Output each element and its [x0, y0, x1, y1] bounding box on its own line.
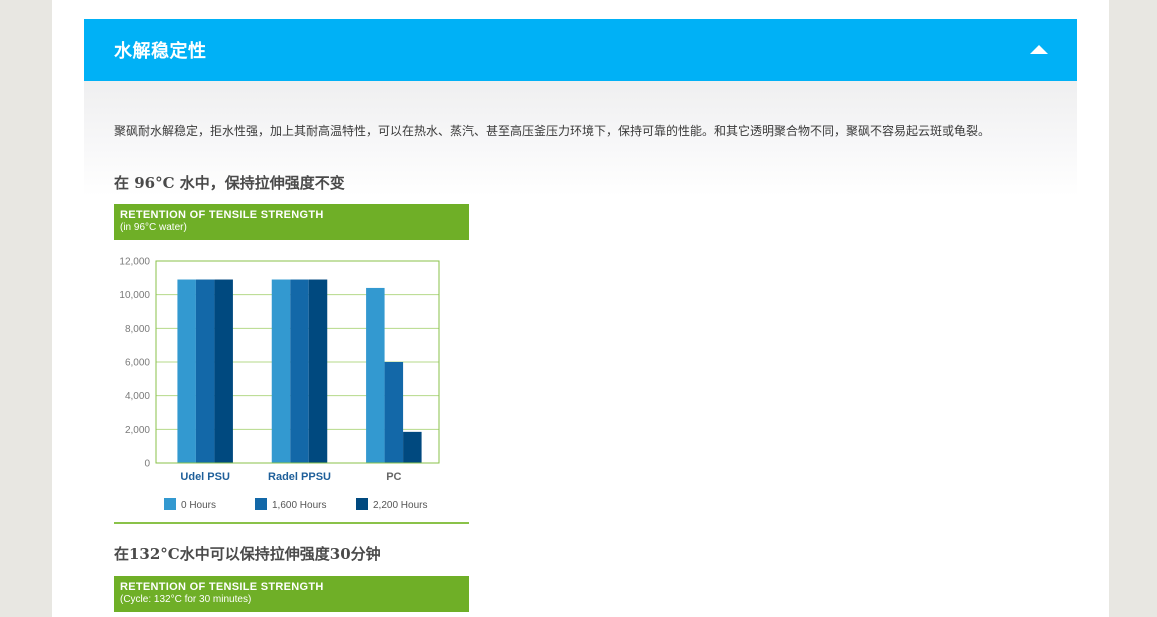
y-tick-label: 2,000	[125, 425, 150, 436]
y-tick-label: 8,000	[125, 324, 150, 335]
chart-y-tick-labels: 0 2,000 4,000 6,000 8,000 10,000 12,000	[119, 257, 150, 470]
section-heading-132c: 在132°C水中可以保持拉伸强度30分钟	[114, 545, 381, 563]
y-tick-label: 12,000	[119, 257, 150, 268]
y-tick-label: 6,000	[125, 358, 150, 369]
legend-label: 2,200 Hours	[373, 500, 427, 511]
y-tick-label: 10,000	[119, 290, 150, 301]
legend-swatch	[164, 498, 176, 510]
tensile-strength-chart: 0 2,000 4,000 6,000 8,000 10,000 12,000 Udel P…	[119, 257, 440, 511]
bar-pc-2	[403, 431, 422, 463]
bar-pc-0	[366, 287, 385, 463]
accordion-title: 水解稳定性	[114, 41, 207, 62]
bar-udel-psu-1	[195, 279, 215, 463]
accordion-header[interactable]: 水解稳定性	[84, 19, 1077, 81]
y-tick-label: 0	[144, 459, 150, 470]
content-page: 水解稳定性 聚砜耐水解稳定，拒水性强，加上其耐高温特性，可以在热水、蒸汽、甚至高…	[52, 0, 1109, 617]
chart-x-tick-labels: Udel PSU Radel PPSU PC	[180, 471, 401, 483]
x-tick-label: Radel PPSU	[268, 471, 331, 483]
accordion-body: 聚砜耐水解稳定，拒水性强，加上其耐高温特性，可以在热水、蒸汽、甚至高压釜压力环境…	[84, 81, 1077, 617]
y-tick-label: 4,000	[125, 391, 150, 402]
chart-banner-title: RETENTION OF TENSILE STRENGTH	[120, 581, 324, 593]
section-heading-96c: 在 96°C 水中，保持拉伸强度不变	[114, 174, 345, 192]
legend-swatch	[356, 498, 368, 510]
legend-swatch	[255, 498, 267, 510]
bar-pc-1	[384, 362, 404, 463]
x-tick-label: Udel PSU	[180, 471, 230, 483]
bar-udel-psu-2	[214, 279, 233, 463]
legend-label: 1,600 Hours	[272, 500, 326, 511]
intro-paragraph: 聚砜耐水解稳定，拒水性强，加上其耐高温特性，可以在热水、蒸汽、甚至高压釜压力环境…	[114, 124, 991, 138]
chart-banner-2: RETENTION OF TENSILE STRENGTH (Cycle: 13…	[114, 576, 469, 612]
chart-banner-title: RETENTION OF TENSILE STRENGTH	[120, 209, 324, 221]
chart-divider	[114, 522, 469, 524]
chart-banner-1: RETENTION OF TENSILE STRENGTH (in 96°C w…	[114, 204, 469, 240]
bar-udel-psu-0	[177, 279, 196, 463]
chart-banner-subtitle: (Cycle: 132°C for 30 minutes)	[120, 594, 252, 605]
chart-banner-subtitle: (in 96°C water)	[120, 222, 187, 233]
chevron-up-icon[interactable]	[1030, 45, 1048, 54]
bar-radel-ppsu-1	[290, 279, 309, 463]
bar-radel-ppsu-2	[308, 279, 328, 463]
x-tick-label: PC	[386, 471, 401, 483]
chart-legend: 0 Hours 1,600 Hours 2,200 Hours	[164, 498, 427, 511]
legend-label: 0 Hours	[181, 500, 216, 511]
bar-radel-ppsu-0	[271, 279, 291, 463]
chart-bars	[177, 279, 422, 463]
